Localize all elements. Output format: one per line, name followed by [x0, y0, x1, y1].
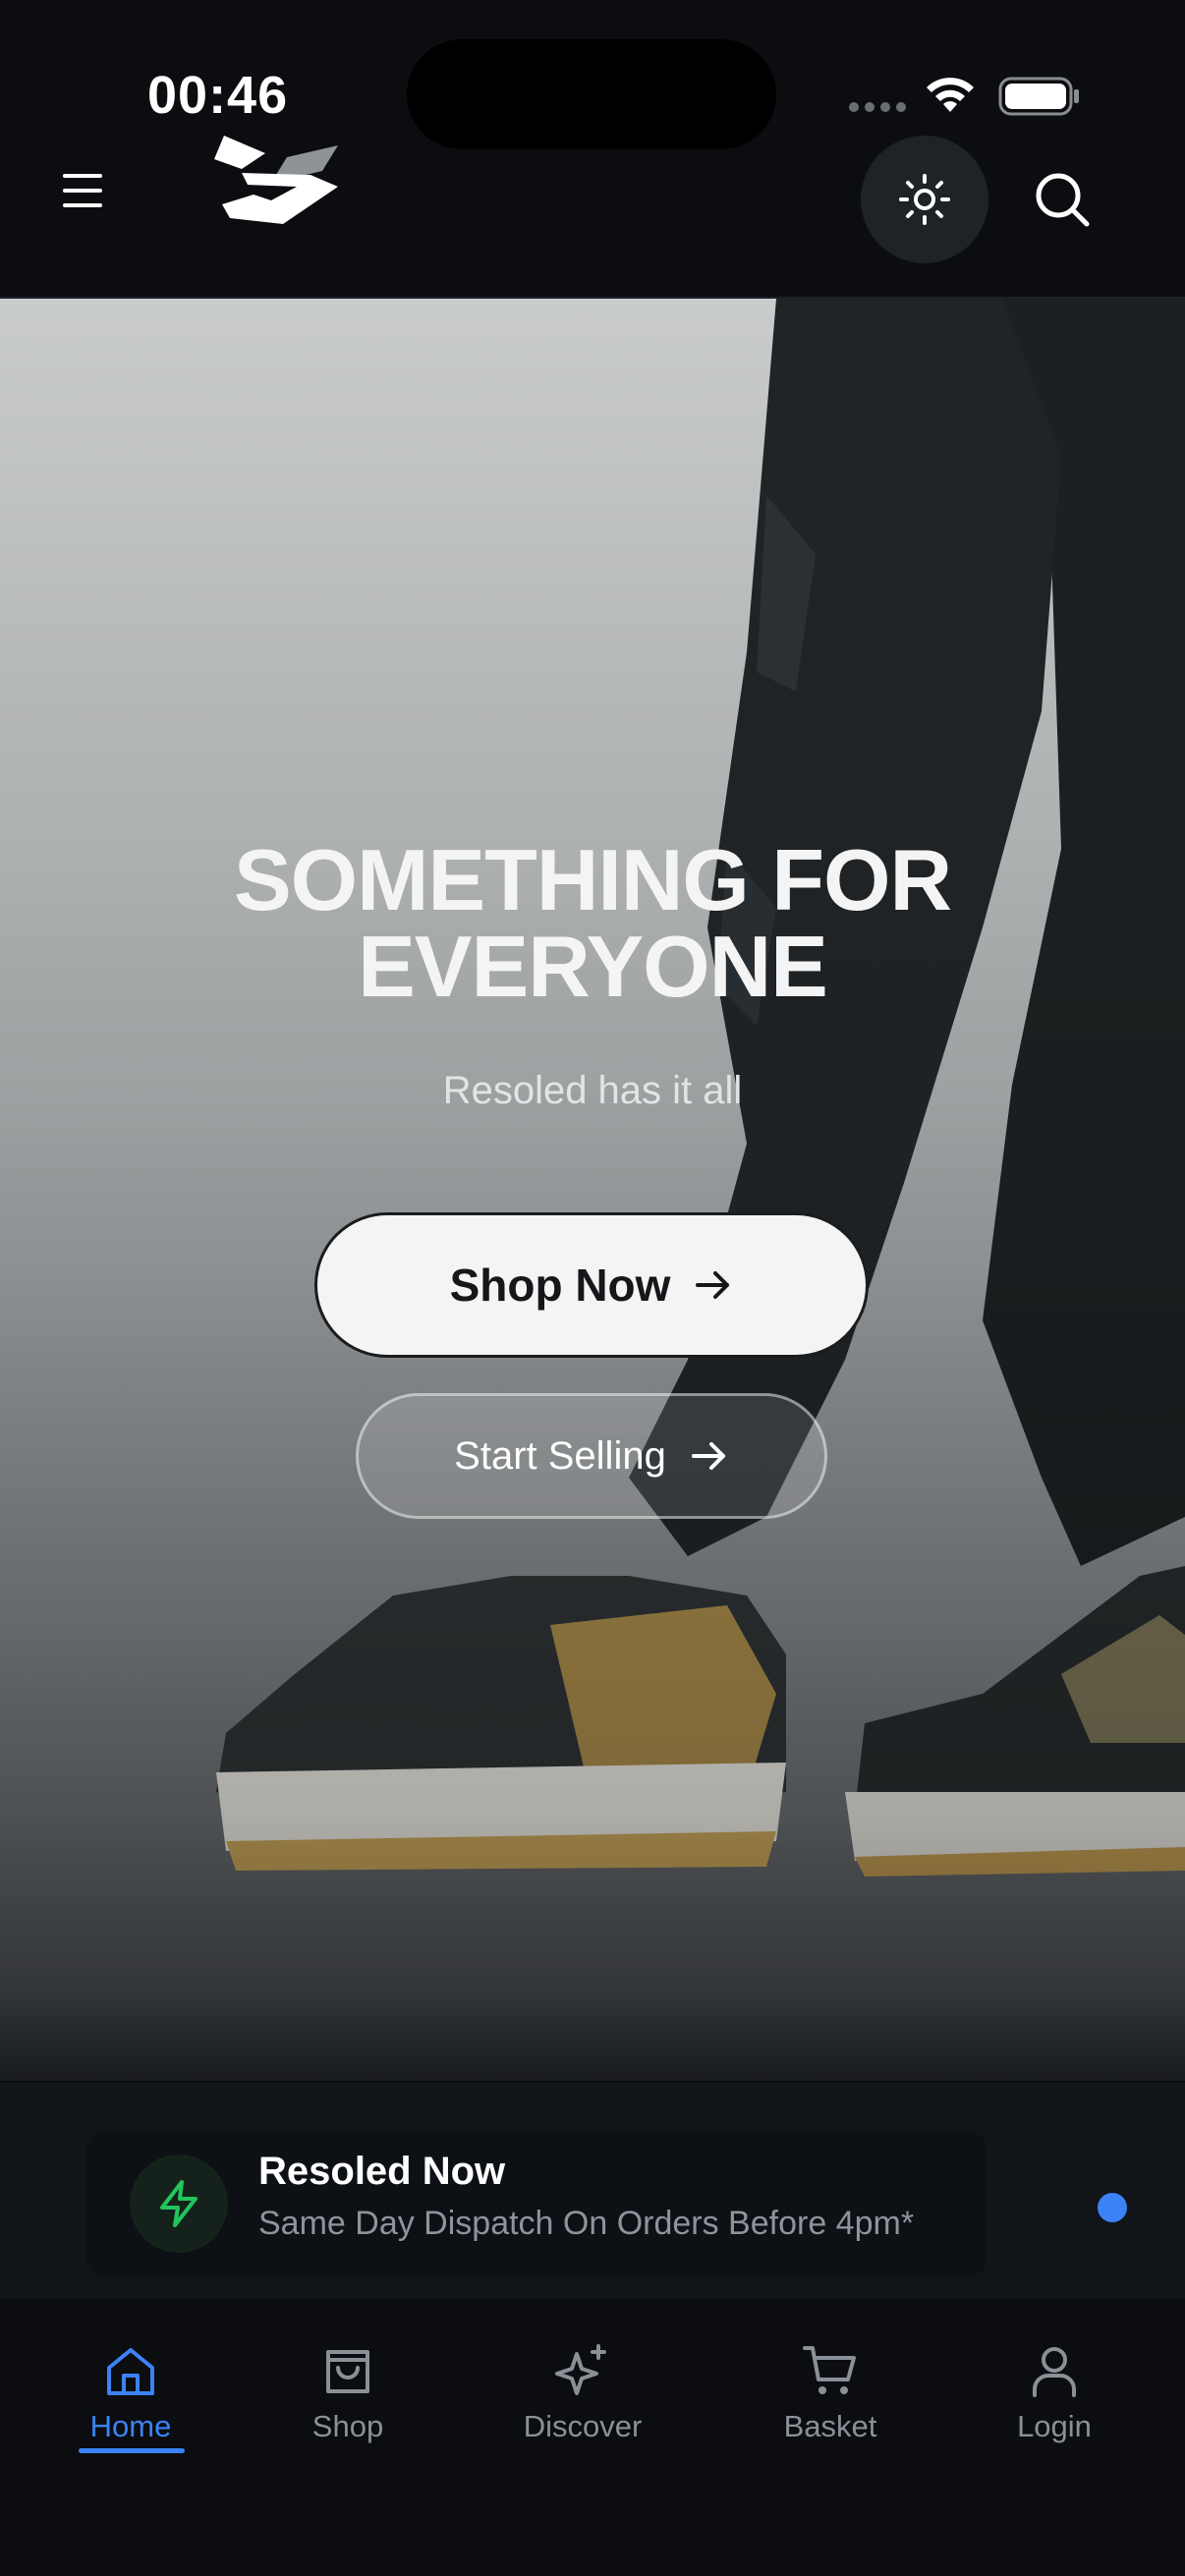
hero-title: SOMETHING FOR EVERYONE — [0, 837, 1185, 1010]
home-icon — [107, 2348, 154, 2395]
theme-toggle-button[interactable] — [861, 136, 988, 263]
announcement-strip: Resoled Now Same Day Dispatch On Orders … — [0, 2083, 1185, 2299]
battery-icon — [998, 77, 1079, 116]
menu-button[interactable] — [61, 171, 132, 226]
cart-icon — [803, 2346, 856, 2394]
status-time: 00:46 — [147, 66, 289, 125]
user-icon — [1033, 2347, 1076, 2397]
arrow-right-icon — [691, 1442, 725, 1470]
nav-home[interactable]: Home — [47, 2338, 214, 2466]
hero-title-line-1: SOMETHING FOR — [233, 831, 952, 928]
bolt-icon — [160, 2180, 198, 2227]
sun-icon — [899, 174, 950, 225]
search-button[interactable] — [1030, 167, 1095, 232]
nav-shop[interactable]: Shop — [264, 2338, 431, 2466]
nav-active-indicator — [79, 2448, 185, 2453]
start-selling-button[interactable]: Start Selling — [356, 1393, 827, 1519]
nav-discover[interactable]: Discover — [499, 2338, 666, 2466]
bag-icon — [326, 2350, 369, 2393]
nav-basket-label: Basket — [783, 2409, 877, 2443]
shop-now-button[interactable]: Shop Now — [314, 1212, 869, 1358]
app-header: 00:46 — [0, 0, 1185, 299]
cellular-signal-icon — [849, 102, 906, 112]
nav-basket[interactable]: Basket — [747, 2338, 914, 2466]
carousel-indicator-dot[interactable] — [1098, 2193, 1127, 2222]
resoled-logo[interactable] — [214, 136, 346, 226]
nav-home-label: Home — [89, 2409, 172, 2443]
start-selling-label: Start Selling — [454, 1433, 666, 1478]
announcement-card[interactable]: Resoled Now Same Day Dispatch On Orders … — [86, 2130, 987, 2277]
search-icon — [1036, 173, 1090, 227]
dynamic-island — [407, 39, 776, 149]
nav-discover-label: Discover — [523, 2409, 643, 2443]
announcement-title: Resoled Now — [258, 2150, 506, 2193]
nav-login[interactable]: Login — [971, 2338, 1138, 2466]
hero-title-line-2: EVERYONE — [358, 918, 828, 1015]
arrow-right-icon — [696, 1271, 730, 1299]
hero-banner: SOMETHING FOR EVERYONE Resoled has it al… — [0, 299, 1185, 2081]
wifi-icon — [927, 78, 974, 112]
bolt-badge — [130, 2155, 228, 2253]
nav-login-label: Login — [1017, 2409, 1092, 2443]
bottom-navigation: Home Shop Discover Basket Login — [0, 2299, 1185, 2576]
sparkle-icon — [555, 2344, 606, 2395]
shop-now-label: Shop Now — [449, 1260, 671, 1311]
nav-shop-label: Shop — [311, 2409, 384, 2443]
hamburger-icon — [63, 174, 102, 207]
hero-subtitle: Resoled has it all — [442, 1069, 743, 1112]
announcement-subtitle: Same Day Dispatch On Orders Before 4pm* — [258, 2205, 915, 2242]
